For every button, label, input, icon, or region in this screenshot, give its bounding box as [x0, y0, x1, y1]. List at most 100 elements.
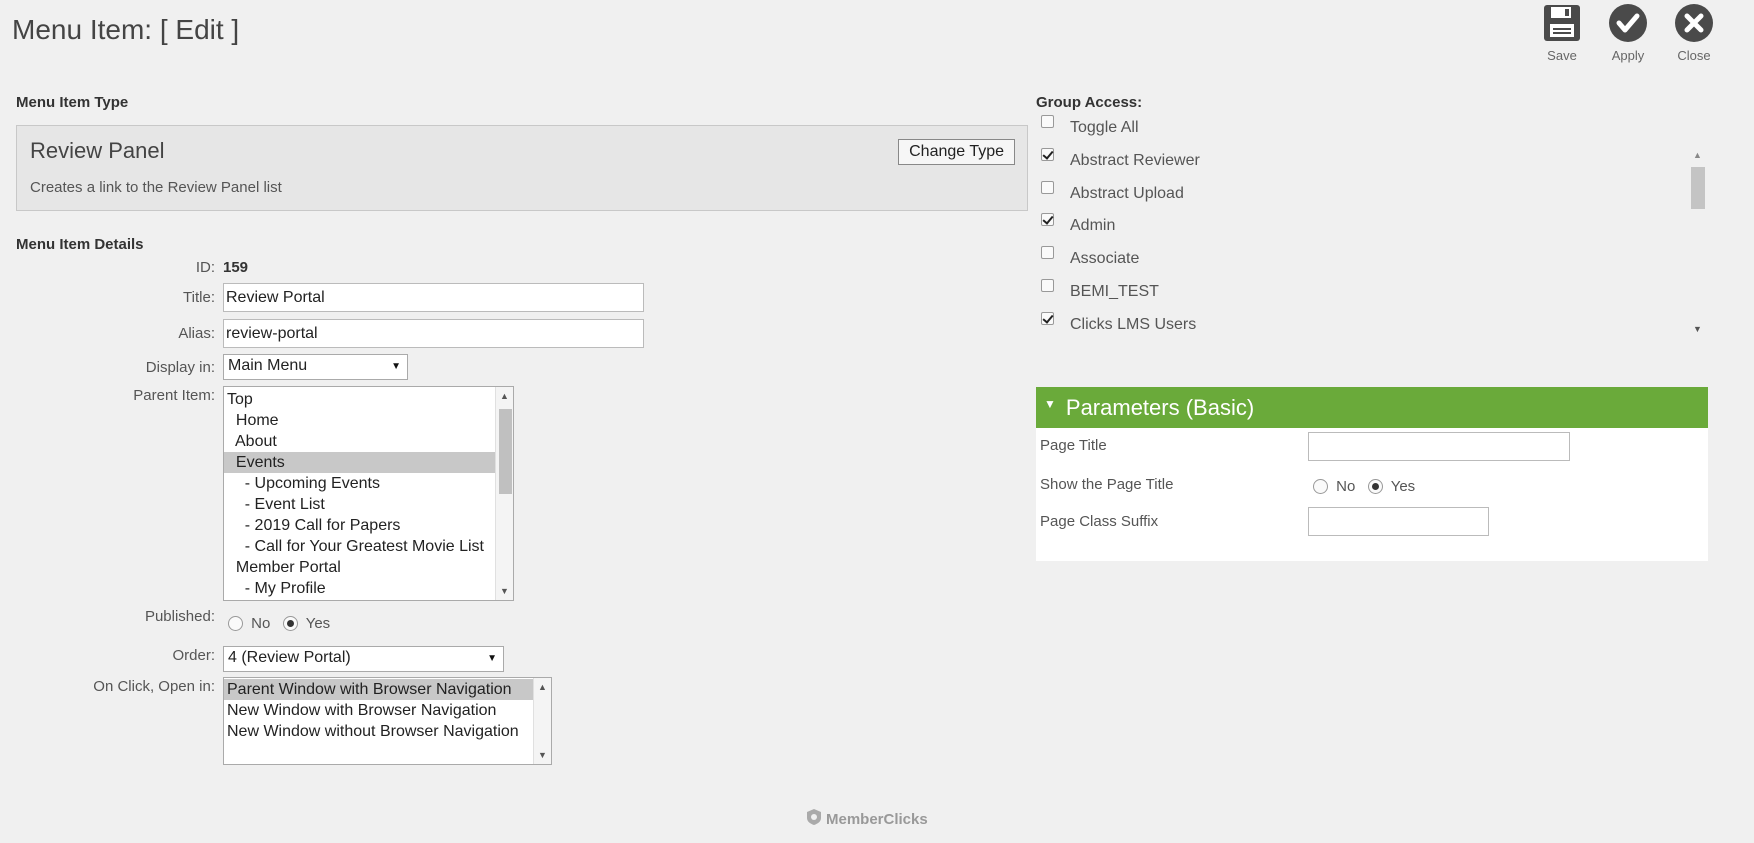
scroll-down-arrow-icon[interactable]: ▼	[1693, 324, 1702, 334]
parent-item-option[interactable]: Member Portal	[224, 557, 513, 578]
group-checkbox[interactable]	[1041, 278, 1054, 292]
on-click-label: On Click, Open in:	[93, 678, 215, 695]
show-title-yes-radio[interactable]	[1367, 478, 1383, 494]
on-click-option[interactable]: New Window with Browser Navigation	[224, 700, 551, 721]
on-click-option[interactable]: New Window without Browser Navigation	[224, 721, 551, 742]
apply-label: Apply	[1611, 48, 1645, 63]
checkmark-icon	[1608, 3, 1648, 43]
group-access-item[interactable]: Associate	[1041, 245, 1140, 269]
title-input[interactable]	[223, 283, 644, 312]
show-title-yes-label: Yes	[1390, 477, 1416, 495]
scrollbar[interactable]: ▲ ▼	[533, 678, 551, 764]
group-label: Clicks LMS Users	[1070, 316, 1197, 333]
menu-item-type-heading: Menu Item Type	[16, 94, 129, 111]
group-label: Associate	[1070, 250, 1140, 267]
display-in-value: Main Menu	[228, 357, 308, 374]
parent-item-option[interactable]: About	[224, 431, 513, 452]
scroll-down-arrow-icon[interactable]: ▼	[500, 586, 509, 596]
group-label: Abstract Upload	[1070, 185, 1184, 202]
toolbar: Save Apply Close	[1540, 3, 1716, 63]
alias-label: Alias:	[178, 325, 215, 342]
published-yes-label: Yes	[305, 614, 331, 632]
published-yes-radio[interactable]	[282, 615, 298, 631]
on-click-option[interactable]: Parent Window with Browser Navigation	[224, 679, 551, 700]
display-in-label: Display in:	[145, 359, 215, 376]
floppy-disk-icon	[1542, 3, 1582, 43]
close-icon	[1674, 3, 1714, 43]
close-button[interactable]: Close	[1672, 3, 1716, 63]
menu-item-type-name: Review Panel	[30, 138, 165, 163]
save-label: Save	[1547, 48, 1577, 63]
close-label: Close	[1677, 48, 1711, 63]
chevron-down-icon: ▼	[487, 653, 497, 664]
parent-item-label: Parent Item:	[133, 387, 215, 404]
group-checkbox[interactable]	[1041, 245, 1054, 259]
scrollbar-thumb[interactable]	[1691, 167, 1705, 209]
parent-item-option[interactable]: - Event List	[224, 494, 513, 515]
footer-brand: MemberClicks	[805, 808, 928, 830]
parent-item-option[interactable]: - Call for Your Greatest Movie List	[224, 536, 513, 557]
group-label: Admin	[1070, 217, 1116, 234]
alias-input[interactable]	[223, 319, 644, 348]
id-value: 159	[223, 259, 249, 276]
page-title-param-label: Page Title	[1040, 437, 1107, 454]
parent-item-option[interactable]: - Upcoming Events	[224, 473, 513, 494]
on-click-listbox[interactable]: Parent Window with Browser Navigation New…	[223, 677, 552, 765]
parent-item-option[interactable]: Home	[224, 410, 513, 431]
parent-item-option[interactable]: Top	[224, 389, 513, 410]
parent-item-option[interactable]: Events	[224, 452, 513, 473]
parameters-title: Parameters (Basic)	[1065, 395, 1255, 420]
page-class-suffix-label: Page Class Suffix	[1040, 513, 1159, 530]
scroll-up-arrow-icon[interactable]: ▲	[500, 391, 509, 401]
change-type-button[interactable]: Change Type	[898, 139, 1015, 165]
parent-item-listbox[interactable]: Top Home About Events - Upcoming Events …	[223, 386, 514, 601]
show-page-title-radio-group: No Yes	[1313, 477, 1415, 495]
group-checkbox[interactable]	[1041, 180, 1054, 194]
group-checkbox[interactable]	[1041, 311, 1054, 325]
group-label: BEMI_TEST	[1070, 283, 1159, 300]
group-checkbox[interactable]	[1041, 114, 1054, 128]
group-access-item[interactable]: Clicks LMS Users	[1041, 311, 1197, 335]
memberclicks-logo-icon	[805, 808, 823, 830]
group-access-item[interactable]: Abstract Upload	[1041, 180, 1184, 204]
display-in-select[interactable]: Main Menu ▼	[223, 354, 408, 380]
apply-button[interactable]: Apply	[1606, 3, 1650, 63]
menu-item-details-heading: Menu Item Details	[16, 236, 144, 253]
scroll-down-arrow-icon[interactable]: ▼	[538, 750, 547, 760]
parent-item-option[interactable]: - My Profile	[224, 578, 513, 599]
group-access-item[interactable]: Admin	[1041, 212, 1116, 236]
parent-item-option[interactable]: - 2019 Call for Papers	[224, 515, 513, 536]
group-access-item[interactable]: Toggle All	[1041, 114, 1139, 138]
group-access-heading: Group Access:	[1036, 94, 1143, 111]
published-radio-group: No Yes	[228, 614, 330, 632]
order-value: 4 (Review Portal)	[228, 649, 351, 666]
scrollbar-thumb[interactable]	[499, 409, 512, 494]
save-button[interactable]: Save	[1540, 3, 1584, 63]
group-access-item[interactable]: BEMI_TEST	[1041, 278, 1159, 302]
parameters-header[interactable]: ▼ Parameters (Basic)	[1036, 387, 1708, 428]
order-label: Order:	[172, 647, 215, 664]
show-title-no-radio[interactable]	[1313, 478, 1328, 494]
title-label: Title:	[183, 289, 215, 306]
show-title-no-label: No	[1336, 477, 1356, 495]
order-select[interactable]: 4 (Review Portal) ▼	[223, 646, 504, 672]
scroll-up-arrow-icon[interactable]: ▲	[1693, 150, 1702, 160]
menu-item-type-description: Creates a link to the Review Panel list	[30, 179, 282, 196]
scrollbar[interactable]: ▲ ▼	[495, 387, 513, 600]
id-label: ID:	[195, 259, 215, 276]
parameters-panel: ▼ Parameters (Basic) Page Title Show the …	[1036, 387, 1708, 561]
group-label: Toggle All	[1070, 119, 1139, 136]
memberclicks-logo-text: MemberClicks	[826, 810, 928, 828]
show-page-title-label: Show the Page Title	[1040, 476, 1174, 493]
scroll-up-arrow-icon[interactable]: ▲	[538, 682, 547, 692]
group-access-scrollbar[interactable]: ▲ ▼	[1689, 150, 1707, 340]
page-title-param-input[interactable]	[1308, 432, 1570, 461]
page-title: Menu Item: [ Edit ]	[12, 14, 240, 45]
published-label: Published:	[144, 608, 215, 625]
published-no-radio[interactable]	[228, 615, 243, 631]
group-checkbox[interactable]	[1041, 147, 1054, 161]
group-checkbox[interactable]	[1041, 212, 1054, 226]
group-access-item[interactable]: Abstract Reviewer	[1041, 147, 1200, 171]
collapse-triangle-icon: ▼	[1044, 397, 1056, 411]
page-class-suffix-input[interactable]	[1308, 507, 1489, 536]
